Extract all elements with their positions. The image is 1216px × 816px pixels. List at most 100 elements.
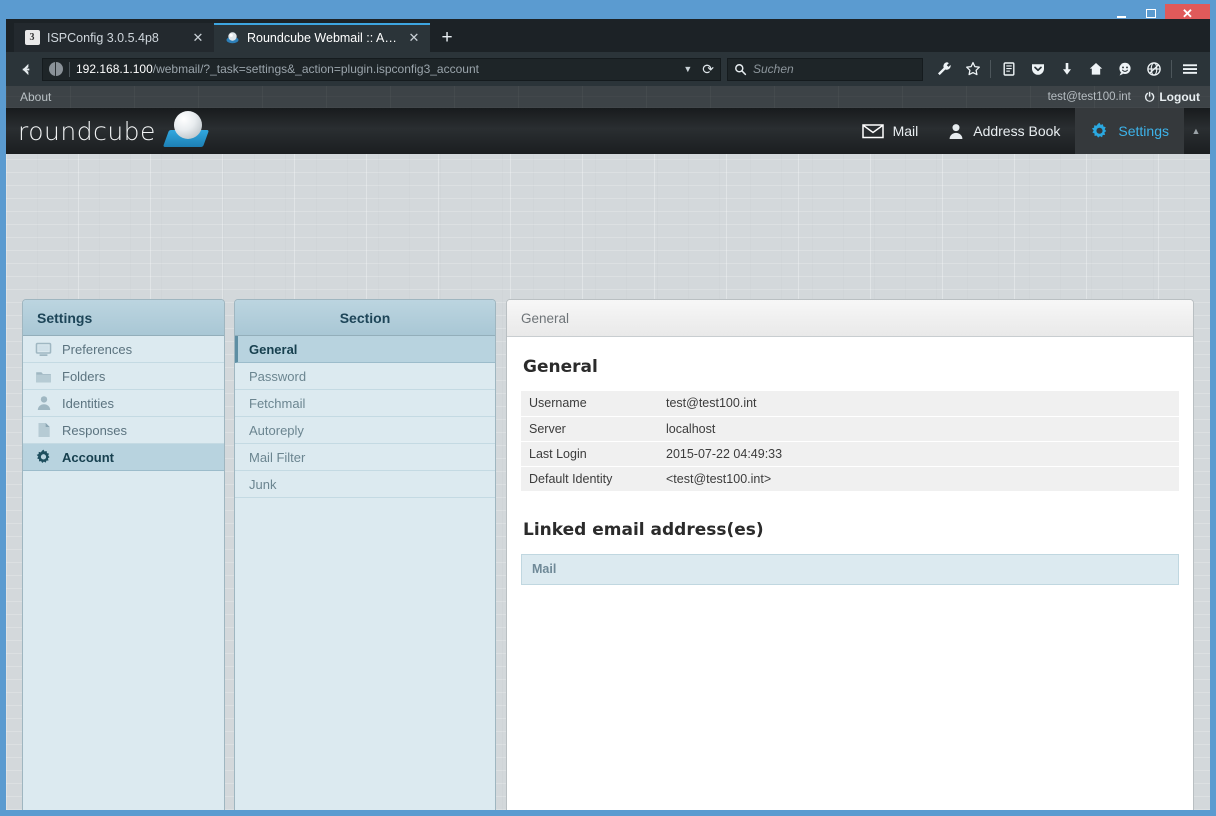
property-key: Default Identity — [521, 466, 658, 492]
home-icon[interactable] — [1081, 56, 1110, 82]
back-arrow-icon — [22, 63, 29, 75]
hamburger-menu-icon[interactable] — [1175, 56, 1204, 82]
property-value: 2015-07-22 04:49:33 — [658, 441, 1179, 467]
sidebar-item-label: Folders — [62, 368, 106, 384]
url-bar[interactable]: 192.168.1.100/webmail/?_task=settings&_a… — [42, 57, 721, 81]
panels-container: Settings Preferences Folders Identities … — [6, 154, 1210, 810]
collapse-header-button[interactable]: ▲ — [1188, 108, 1204, 154]
tab-ispconfig[interactable]: 3 ISPConfig 3.0.5.4p8 ✕ — [14, 23, 214, 52]
gear-icon — [35, 449, 52, 466]
search-bar[interactable]: Suchen — [727, 57, 923, 81]
section-item-autoreply[interactable]: Autoreply — [235, 417, 495, 444]
sidebar-item-responses[interactable]: Responses — [23, 417, 224, 444]
section-item-mail-filter[interactable]: Mail Filter — [235, 444, 495, 471]
roundcube-icon — [224, 30, 240, 46]
sidebar-item-label: Account — [62, 449, 114, 465]
logout-button[interactable]: ⏻ Logout — [1145, 90, 1200, 105]
tab-settings-label: Settings — [1118, 123, 1169, 139]
section-item-junk[interactable]: Junk — [235, 471, 495, 498]
tab-roundcube[interactable]: Roundcube Webmail :: Ac... ✕ — [214, 23, 430, 52]
chevron-down-icon[interactable]: ▼ — [683, 64, 696, 74]
table-header-row: Mail — [521, 553, 1179, 585]
roundcube-header: roundcube Mail Address Book Settings ▲ — [6, 108, 1210, 154]
page-viewport: About test@test100.int ⏻ Logout roundcub… — [6, 86, 1210, 810]
sidebar-item-label: Preferences — [62, 341, 133, 357]
tab-title: Roundcube Webmail :: Ac... — [247, 30, 399, 45]
toolbar-divider — [990, 60, 991, 78]
property-key: Username — [521, 391, 658, 417]
chat-icon[interactable] — [1110, 56, 1139, 82]
globe-icon — [49, 62, 63, 76]
sidebar-item-folders[interactable]: Folders — [23, 363, 224, 390]
linked-email-table: Mail — [521, 553, 1179, 585]
table-row: Server localhost — [521, 416, 1179, 442]
download-icon[interactable] — [1052, 56, 1081, 82]
envelope-icon — [861, 124, 884, 139]
property-value: localhost — [658, 416, 1179, 442]
navigation-toolbar: 192.168.1.100/webmail/?_task=settings&_a… — [6, 52, 1210, 86]
tab-close-icon[interactable]: ✕ — [190, 30, 206, 46]
tab-mail[interactable]: Mail — [847, 108, 934, 154]
reload-icon[interactable]: ⟳ — [702, 61, 714, 78]
property-value: <test@test100.int> — [658, 466, 1179, 492]
back-button[interactable] — [12, 57, 40, 81]
sidebar-item-label: Identities — [62, 395, 115, 411]
section-panel-header: Section — [235, 300, 495, 336]
property-value: test@test100.int — [658, 391, 1179, 417]
table-row: Username test@test100.int — [521, 391, 1179, 417]
tab-close-icon[interactable]: ✕ — [406, 30, 422, 46]
roundcube-body: Settings Preferences Folders Identities … — [6, 154, 1210, 810]
section-item-password[interactable]: Password — [235, 363, 495, 390]
person-icon — [949, 123, 963, 139]
globe-icon[interactable] — [1139, 56, 1168, 82]
main-panel-header: General — [507, 300, 1193, 337]
search-placeholder: Suchen — [753, 62, 794, 76]
folder-icon — [35, 368, 52, 385]
sidebar-item-label: Responses — [62, 422, 128, 438]
person-icon — [35, 395, 52, 412]
settings-panel-title: Settings — [37, 309, 93, 326]
sidebar-item-identities[interactable]: Identities — [23, 390, 224, 417]
current-user-email: test@test100.int — [1047, 91, 1131, 103]
url-path: /webmail/?_task=settings&_action=plugin.… — [152, 62, 479, 76]
roundcube-cube-icon — [158, 108, 216, 154]
section-list: General Password Fetchmail Autoreply Mai… — [235, 336, 495, 498]
document-icon — [35, 422, 52, 439]
star-icon[interactable] — [958, 56, 987, 82]
wrench-icon[interactable] — [929, 56, 958, 82]
account-properties-table: Username test@test100.int Server localho… — [521, 391, 1179, 492]
url-host: 192.168.1.100 — [76, 62, 153, 76]
monitor-icon — [35, 341, 52, 358]
reader-mode-icon[interactable] — [994, 56, 1023, 82]
browser-chrome: 3 ISPConfig 3.0.5.4p8 ✕ Roundcube Webmai… — [6, 19, 1210, 810]
sidebar-item-preferences[interactable]: Preferences — [23, 336, 224, 363]
linked-email-heading: Linked email address(es) — [523, 519, 764, 540]
new-tab-button[interactable]: + — [430, 23, 464, 52]
ispconfig-icon: 3 — [24, 30, 40, 46]
tab-address-book-label: Address Book — [973, 123, 1061, 139]
browser-window: ✕ 3 ISPConfig 3.0.5.4p8 ✕ Roundcube Webm… — [0, 0, 1216, 816]
section-panel-title: Section — [339, 309, 391, 326]
power-icon: ⏻ — [1144, 89, 1155, 104]
tab-strip: 3 ISPConfig 3.0.5.4p8 ✕ Roundcube Webmai… — [6, 19, 1210, 52]
tab-address-book[interactable]: Address Book — [933, 108, 1075, 154]
tab-title: ISPConfig 3.0.5.4p8 — [47, 30, 159, 45]
about-link[interactable]: About — [20, 90, 51, 104]
logout-label: Logout — [1159, 90, 1200, 104]
general-heading: General — [523, 357, 598, 377]
user-info: test@test100.int ⏻ Logout — [1048, 86, 1200, 108]
roundcube-task-tabs: Mail Address Book Settings — [847, 108, 1184, 154]
search-icon — [735, 63, 747, 75]
pocket-icon[interactable] — [1023, 56, 1052, 82]
settings-list: Preferences Folders Identities Responses… — [23, 336, 224, 471]
sidebar-item-account[interactable]: Account — [23, 444, 224, 471]
section-item-general[interactable]: General — [235, 336, 495, 363]
ispconfig-favicon-text: 3 — [24, 30, 40, 45]
tab-settings[interactable]: Settings — [1075, 108, 1184, 154]
column-header-mail[interactable]: Mail — [521, 553, 1179, 585]
roundcube-topbar: About test@test100.int ⏻ Logout — [6, 86, 1210, 108]
roundcube-logo[interactable]: roundcube — [18, 108, 216, 154]
browser-toolbar-icons — [929, 56, 1204, 82]
section-item-fetchmail[interactable]: Fetchmail — [235, 390, 495, 417]
toolbar-divider — [1171, 60, 1172, 78]
